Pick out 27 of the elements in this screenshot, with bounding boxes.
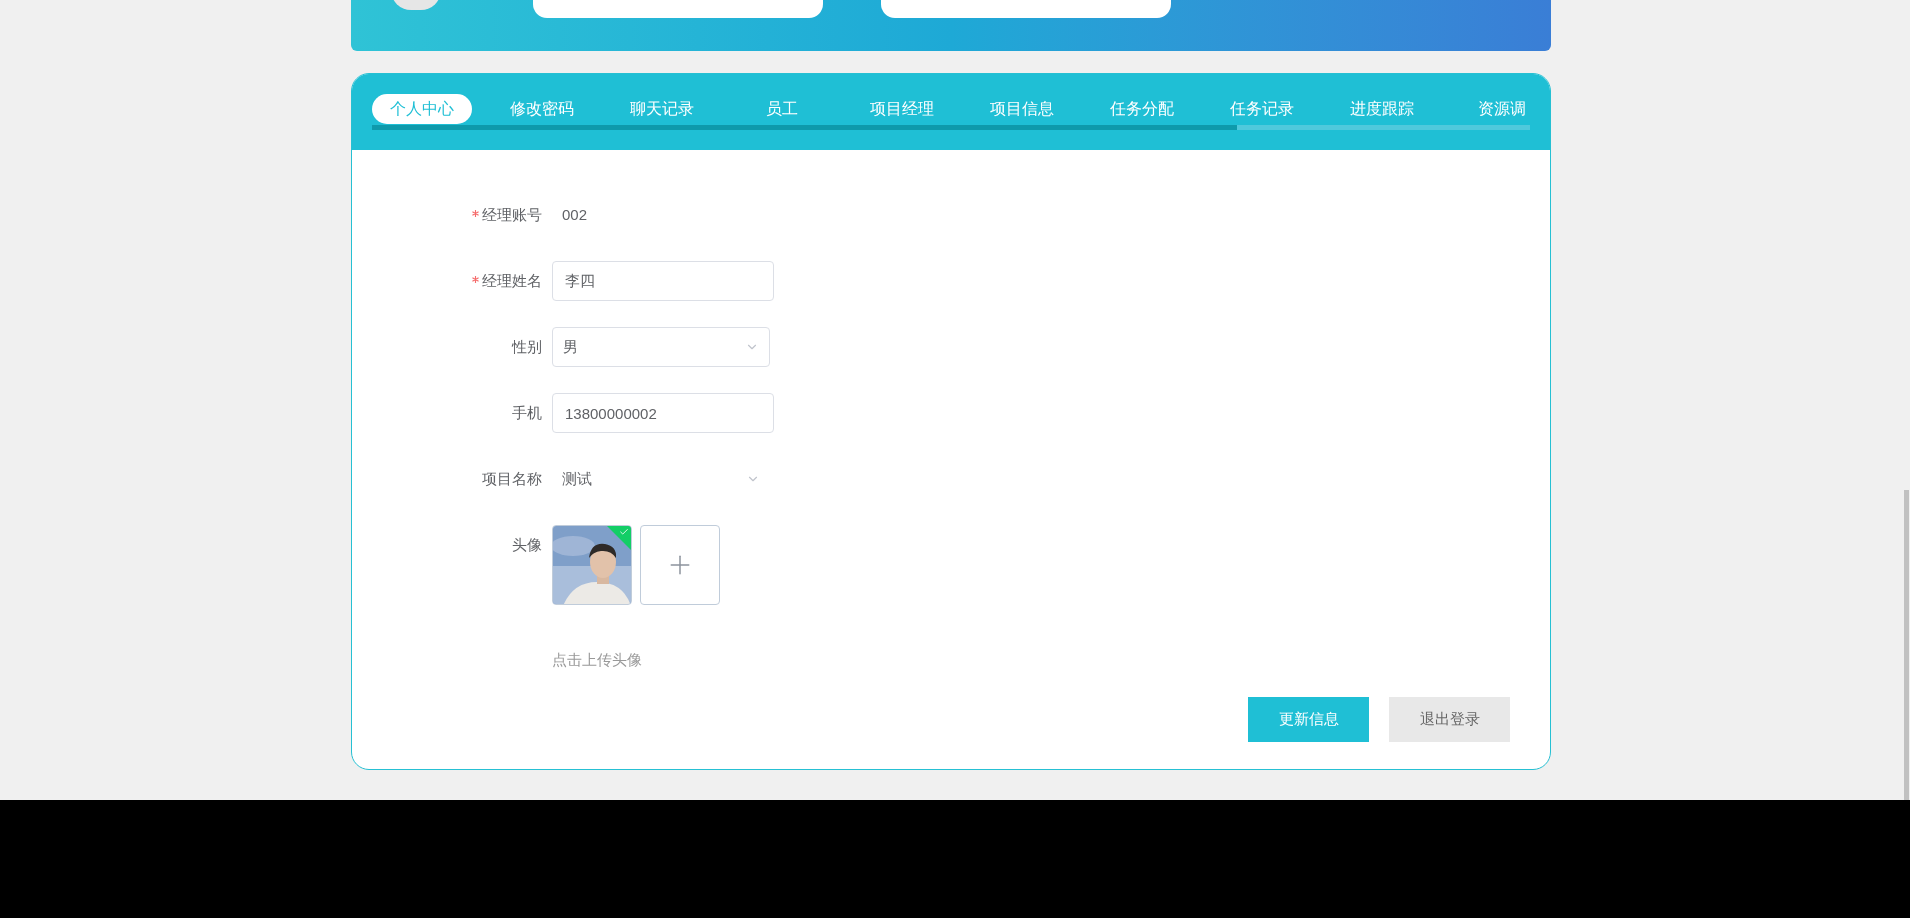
tab[interactable]: 个人中心 [372, 94, 472, 124]
input-field[interactable]: 13800000002 [552, 393, 774, 433]
field-label: 手机 [512, 402, 542, 423]
select-field[interactable]: 测试 [552, 459, 770, 499]
tab[interactable]: 聊天记录 [612, 94, 712, 124]
field-value: 002 [561, 204, 588, 225]
tab[interactable]: 任务分配 [1092, 94, 1192, 124]
tab[interactable]: 项目信息 [972, 94, 1072, 124]
tab[interactable]: 员工 [732, 94, 832, 124]
tab[interactable]: 任务记录 [1212, 94, 1312, 124]
field-label: 头像 [512, 534, 542, 555]
logout-button[interactable]: 退出登录 [1389, 697, 1510, 742]
field-label: 经理姓名 [482, 270, 542, 291]
tab[interactable]: 进度跟踪 [1332, 94, 1432, 124]
field-label: 项目名称 [482, 468, 542, 489]
upload-hint: 点击上传头像 [552, 649, 643, 670]
upload-button[interactable] [640, 525, 720, 605]
scrollbar[interactable] [1904, 490, 1909, 800]
update-button[interactable]: 更新信息 [1248, 697, 1369, 742]
tab[interactable]: 资源调 [1452, 94, 1530, 124]
select-field[interactable]: 男 [552, 327, 770, 367]
field-label: 经理账号 [482, 204, 542, 225]
input-field[interactable]: 李四 [552, 261, 774, 301]
tab[interactable]: 修改密码 [492, 94, 592, 124]
scrollbar-thumb[interactable] [372, 125, 1237, 130]
field-label: 性别 [512, 336, 542, 357]
tab[interactable]: 项目经理 [852, 94, 952, 124]
